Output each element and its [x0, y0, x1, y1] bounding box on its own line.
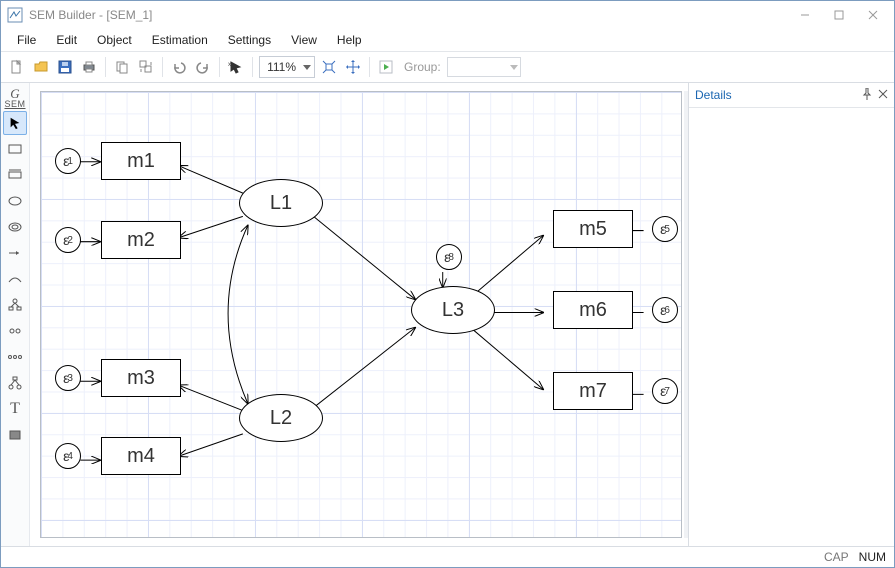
box-tool[interactable] — [3, 163, 27, 187]
error-e1[interactable]: ε1 — [55, 148, 81, 174]
error-e3[interactable]: ε3 — [55, 365, 81, 391]
separator — [162, 57, 163, 77]
group-control: Group: — [404, 57, 521, 77]
content-area: G SEM T — [1, 83, 894, 546]
ring-tool[interactable] — [3, 215, 27, 239]
svg-text:x: x — [228, 62, 231, 68]
vertical-scrollbar[interactable] — [684, 91, 688, 538]
close-panel-icon[interactable] — [878, 88, 888, 102]
copy-button[interactable] — [112, 57, 132, 77]
node-m1[interactable]: m1 — [101, 142, 181, 180]
details-body — [689, 108, 894, 546]
menubar: File Edit Object Estimation Settings Vie… — [1, 29, 894, 51]
fill-tool[interactable] — [3, 423, 27, 447]
app-icon — [7, 7, 23, 23]
node-m3[interactable]: m3 — [101, 359, 181, 397]
tree-tool[interactable] — [3, 293, 27, 317]
new-button[interactable] — [7, 57, 27, 77]
run-button[interactable] — [376, 57, 396, 77]
error-e6[interactable]: ε6 — [652, 297, 678, 323]
separator — [105, 57, 106, 77]
node-m6[interactable]: m6 — [553, 291, 633, 329]
fit-button[interactable] — [319, 57, 339, 77]
node-L1[interactable]: L1 — [239, 179, 323, 227]
error-e7[interactable]: ε7 — [652, 378, 678, 404]
titlebar: SEM Builder - [SEM_1] — [1, 1, 894, 29]
mode-label[interactable]: G SEM — [4, 83, 25, 109]
zoom-control[interactable]: 111% — [259, 56, 315, 78]
redo-button[interactable] — [193, 57, 213, 77]
diagram-canvas[interactable]: m1 m2 m3 m4 m5 m6 m7 L1 L2 L3 ε1 ε2 ε3 ε… — [40, 91, 682, 538]
menu-estimation[interactable]: Estimation — [142, 31, 218, 49]
select-tool[interactable] — [3, 111, 27, 135]
group-dropdown[interactable] — [447, 57, 521, 77]
canvas-area: m1 m2 m3 m4 m5 m6 m7 L1 L2 L3 ε1 ε2 ε3 ε… — [30, 83, 688, 546]
maximize-button[interactable] — [822, 5, 856, 25]
node-m2[interactable]: m2 — [101, 221, 181, 259]
open-button[interactable] — [31, 57, 51, 77]
zoom-value: 111% — [260, 60, 300, 74]
save-button[interactable] — [55, 57, 75, 77]
node-m5[interactable]: m5 — [553, 210, 633, 248]
status-cap: CAP — [824, 550, 849, 564]
print-button[interactable] — [79, 57, 99, 77]
node-L3[interactable]: L3 — [411, 286, 495, 334]
chevron-down-icon — [510, 65, 518, 70]
rect-tool[interactable] — [3, 137, 27, 161]
error-e4[interactable]: ε4 — [55, 443, 81, 469]
duplicate-button[interactable] — [136, 57, 156, 77]
tree2-tool[interactable] — [3, 371, 27, 395]
toolbar: x 111% Group: — [1, 51, 894, 83]
menu-file[interactable]: File — [7, 31, 46, 49]
status-num: NUM — [859, 550, 886, 564]
menu-view[interactable]: View — [281, 31, 327, 49]
group-label: Group: — [404, 60, 441, 74]
dots3-tool[interactable] — [3, 345, 27, 369]
error-e5[interactable]: ε5 — [652, 216, 678, 242]
error-e2[interactable]: ε2 — [55, 227, 81, 253]
menu-object[interactable]: Object — [87, 31, 142, 49]
dots2-tool[interactable] — [3, 319, 27, 343]
tool-palette: G SEM T — [1, 83, 30, 546]
error-e8[interactable]: ε8 — [436, 244, 462, 270]
separator — [369, 57, 370, 77]
node-m7[interactable]: m7 — [553, 372, 633, 410]
node-L2[interactable]: L2 — [239, 394, 323, 442]
arc-tool[interactable] — [3, 267, 27, 291]
ellipse-tool[interactable] — [3, 189, 27, 213]
menu-edit[interactable]: Edit — [46, 31, 87, 49]
details-panel: Details — [688, 83, 894, 546]
pan-button[interactable] — [343, 57, 363, 77]
details-title: Details — [695, 88, 862, 102]
undo-button[interactable] — [169, 57, 189, 77]
node-m4[interactable]: m4 — [101, 437, 181, 475]
statusbar: CAP NUM — [1, 546, 894, 567]
menu-help[interactable]: Help — [327, 31, 372, 49]
details-header: Details — [689, 83, 894, 108]
window-title: SEM Builder - [SEM_1] — [29, 8, 788, 22]
app-window: SEM Builder - [SEM_1] File Edit Object E… — [0, 0, 895, 568]
close-button[interactable] — [856, 5, 890, 25]
menu-settings[interactable]: Settings — [218, 31, 281, 49]
text-tool[interactable]: T — [3, 397, 27, 421]
separator — [252, 57, 253, 77]
pointer-button[interactable]: x — [226, 57, 246, 77]
line-tool[interactable] — [3, 241, 27, 265]
separator — [219, 57, 220, 77]
pin-icon[interactable] — [862, 88, 872, 103]
zoom-dropdown-icon[interactable] — [300, 65, 314, 70]
minimize-button[interactable] — [788, 5, 822, 25]
window-controls — [788, 5, 890, 25]
